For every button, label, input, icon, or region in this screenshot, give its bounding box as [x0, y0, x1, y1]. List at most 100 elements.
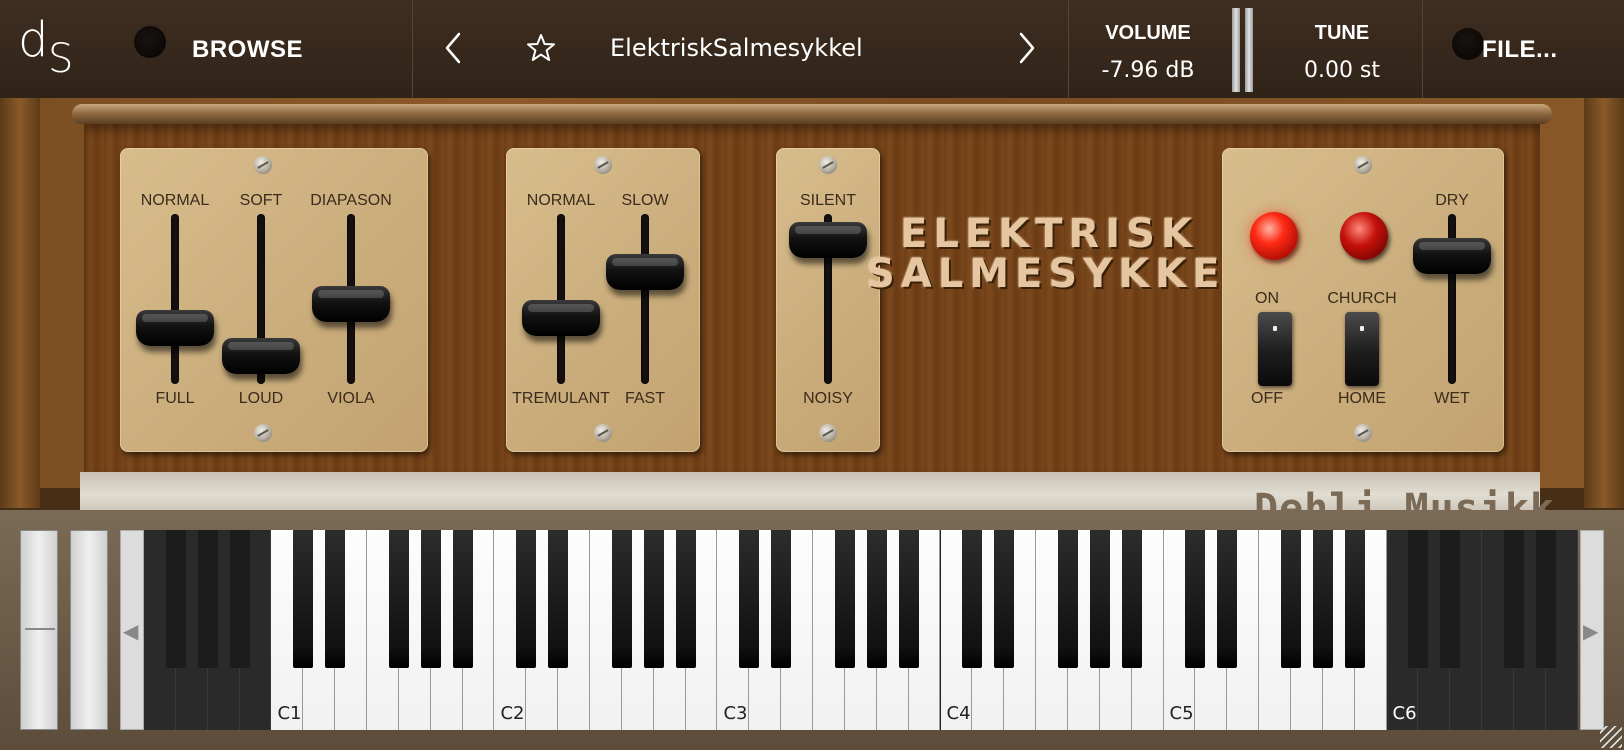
- noise-panel: SILENT NOISY: [776, 148, 880, 452]
- logo-letter-d: d: [18, 12, 49, 68]
- divider: [1068, 0, 1069, 98]
- speed-slider[interactable]: [606, 254, 684, 290]
- divider: [412, 0, 413, 98]
- pitch-wheel[interactable]: [20, 530, 58, 730]
- scroll-left-arrow-icon: ◀: [123, 621, 139, 643]
- file-menu-button[interactable]: FILE...: [1482, 36, 1558, 64]
- screw: [254, 424, 272, 442]
- black-key[interactable]: [388, 530, 409, 668]
- church-label: CHURCH: [1327, 290, 1397, 307]
- tremulant-track: [557, 214, 565, 384]
- slider3-bottom-label: VIOLA: [327, 390, 375, 407]
- organ-side-post-right: [1584, 98, 1624, 508]
- black-key[interactable]: [834, 530, 855, 668]
- noise-bottom-label: NOISY: [803, 390, 853, 407]
- chevron-left-icon[interactable]: [442, 30, 464, 66]
- black-key[interactable]: [165, 530, 186, 668]
- black-key[interactable]: [1185, 530, 1206, 668]
- black-key[interactable]: [994, 530, 1015, 668]
- black-key[interactable]: [1121, 530, 1142, 668]
- screw: [254, 156, 272, 174]
- dynamic-slider[interactable]: [222, 338, 300, 374]
- octave-label: C5: [1169, 703, 1194, 724]
- mod-wheel[interactable]: [70, 530, 108, 730]
- speed-track: [641, 214, 649, 384]
- instrument-name-label: ELEKTRISK SALMESYKKEL: [866, 214, 1251, 294]
- black-key[interactable]: [229, 530, 250, 668]
- black-key[interactable]: [1280, 530, 1301, 668]
- screw: [594, 424, 612, 442]
- noise-slider[interactable]: [789, 222, 867, 258]
- organ-side-post-left: [0, 98, 40, 508]
- black-key[interactable]: [643, 530, 664, 668]
- black-key[interactable]: [1057, 530, 1078, 668]
- mode-lamp-icon: [1340, 212, 1388, 260]
- top-bar: d S BROWSE ElektriskSalmesykkel VOLUME -…: [0, 0, 1624, 98]
- dry-wet-slider[interactable]: [1413, 238, 1491, 274]
- black-key[interactable]: [420, 530, 441, 668]
- black-key[interactable]: [1408, 530, 1429, 668]
- chevron-right-icon[interactable]: [1016, 30, 1038, 66]
- octave-label: C2: [500, 703, 525, 724]
- screw: [819, 156, 837, 174]
- black-key[interactable]: [1440, 530, 1461, 668]
- tune-value[interactable]: 0.00 st: [1272, 58, 1412, 83]
- power-on-label: ON: [1255, 290, 1279, 307]
- tremulant-slider[interactable]: [522, 300, 600, 336]
- tremulant-panel: NORMAL TREMULANT SLOW FAST: [506, 148, 700, 452]
- tune-label: TUNE: [1314, 22, 1370, 44]
- slider3-top-label: DIAPASON: [310, 192, 392, 209]
- keyboard-scroll-right-button[interactable]: ▶: [1580, 530, 1604, 730]
- keyboard-scroll-left-button[interactable]: ◀: [120, 530, 144, 730]
- divider: [1422, 0, 1423, 98]
- volume-label: VOLUME: [1105, 22, 1191, 44]
- black-key[interactable]: [1089, 530, 1110, 668]
- power-lamp-icon: [1250, 212, 1298, 260]
- star-icon[interactable]: [525, 32, 557, 64]
- octave-label: C3: [723, 703, 748, 724]
- black-key[interactable]: [1535, 530, 1556, 668]
- black-key[interactable]: [325, 530, 346, 668]
- volume-value[interactable]: -7.96 dB: [1078, 58, 1218, 83]
- noise-top-label: SILENT: [799, 192, 856, 209]
- black-key[interactable]: [548, 530, 569, 668]
- register-slider[interactable]: [312, 286, 390, 322]
- black-key[interactable]: [1217, 530, 1238, 668]
- black-key[interactable]: [866, 530, 887, 668]
- octave-label: C4: [946, 703, 971, 724]
- screw: [1354, 156, 1372, 174]
- app-logo[interactable]: d S: [18, 12, 78, 82]
- black-key[interactable]: [771, 530, 792, 668]
- black-key[interactable]: [452, 530, 473, 668]
- speed-top-label: SLOW: [621, 192, 669, 209]
- black-key[interactable]: [1503, 530, 1524, 668]
- speed-bottom-label: FAST: [624, 390, 665, 407]
- power-switch[interactable]: [1258, 312, 1292, 386]
- black-key[interactable]: [675, 530, 696, 668]
- volume-mode-slider[interactable]: [136, 310, 214, 346]
- resize-grip-icon[interactable]: [1600, 726, 1622, 748]
- preset-name[interactable]: ElektriskSalmesykkel: [610, 34, 863, 62]
- black-key[interactable]: [739, 530, 760, 668]
- wet-label: WET: [1434, 390, 1470, 407]
- black-key[interactable]: [293, 530, 314, 668]
- browse-button[interactable]: BROWSE: [192, 36, 303, 64]
- black-key[interactable]: [898, 530, 919, 668]
- power-off-label: OFF: [1251, 390, 1283, 407]
- level-meter: [1232, 8, 1254, 92]
- black-key[interactable]: [516, 530, 537, 668]
- black-key[interactable]: [611, 530, 632, 668]
- church-home-switch[interactable]: [1345, 312, 1379, 386]
- black-key[interactable]: [962, 530, 983, 668]
- octave-label: C1: [277, 703, 302, 724]
- piano-keyboard[interactable]: C1 C2 C3 C4 C5 C6: [144, 530, 1578, 730]
- instrument-window: d S BROWSE ElektriskSalmesykkel VOLUME -…: [0, 0, 1624, 750]
- octave-label: C6: [1392, 703, 1417, 724]
- black-key[interactable]: [1344, 530, 1365, 668]
- scroll-right-arrow-icon: ▶: [1583, 621, 1599, 643]
- black-key[interactable]: [197, 530, 218, 668]
- decorative-hole: [134, 26, 166, 58]
- dry-label: DRY: [1435, 192, 1469, 209]
- black-key[interactable]: [1312, 530, 1333, 668]
- decorative-hole: [1452, 28, 1484, 60]
